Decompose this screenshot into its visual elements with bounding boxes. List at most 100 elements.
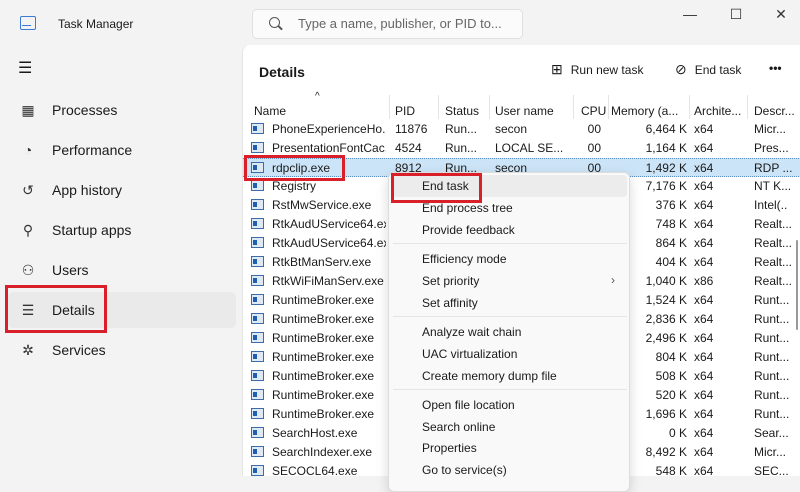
process-icon xyxy=(251,370,264,381)
minimize-button[interactable]: — xyxy=(675,6,705,26)
startup-icon: ⚲ xyxy=(22,221,34,238)
search-icon xyxy=(269,17,280,28)
menu-item-label: Create memory dump file xyxy=(422,369,557,383)
column-header[interactable]: Status xyxy=(445,104,479,118)
cell-4: 00 xyxy=(587,141,601,155)
table-row[interactable]: PresentationFontCac... 4524 Run... LOCAL SE… xyxy=(243,139,800,158)
cell-1: 11876 xyxy=(395,122,428,136)
end-task-label: End task xyxy=(694,62,742,77)
chevron-right-icon: › xyxy=(611,273,615,287)
menu-item-properties[interactable]: Properties xyxy=(393,437,627,459)
menu-item-open-file-location[interactable]: Open file location xyxy=(393,394,627,416)
process-icon xyxy=(251,446,264,457)
column-divider[interactable] xyxy=(689,95,690,119)
more-options-button[interactable]: ••• xyxy=(769,61,782,75)
history-icon: ↺ xyxy=(22,181,34,198)
column-divider[interactable] xyxy=(438,95,439,119)
cell-0: RtkWiFiManServ.exe xyxy=(272,274,384,288)
cell-6: x64 xyxy=(694,179,714,193)
cell-0: RuntimeBroker.exe xyxy=(272,293,375,307)
menu-item-set-affinity[interactable]: Set affinity xyxy=(393,292,627,314)
sidebar-item-startup-apps[interactable]: ⚲ Startup apps xyxy=(8,212,236,248)
sidebar-item-users[interactable]: ⚇ Users xyxy=(8,252,236,288)
menu-separator xyxy=(393,389,627,390)
menu-item-end-task[interactable]: End task xyxy=(393,175,627,197)
process-icon xyxy=(251,294,264,305)
run-new-task-button[interactable]: ⊞ Run new task xyxy=(551,61,643,78)
column-header[interactable]: Name xyxy=(254,104,286,118)
run-new-task-label: Run new task xyxy=(570,62,644,77)
column-divider[interactable] xyxy=(608,95,609,119)
column-divider[interactable] xyxy=(389,95,390,119)
column-header[interactable]: PID xyxy=(395,104,415,118)
users-icon: ⚇ xyxy=(21,261,35,278)
process-icon xyxy=(251,180,264,191)
end-task-button[interactable]: ⊘ End task xyxy=(675,61,741,78)
cell-7: Pres... xyxy=(754,141,789,155)
column-header[interactable]: Archite... xyxy=(694,104,741,118)
column-divider[interactable] xyxy=(489,95,490,119)
table-row[interactable]: PhoneExperienceHo... 11876 Run... secon 00 6,… xyxy=(243,120,800,139)
cell-6: x64 xyxy=(694,198,714,212)
menu-item-efficiency-mode[interactable]: Efficiency mode xyxy=(393,248,627,270)
context-menu: End task End process tree Provide feedback… xyxy=(388,172,630,492)
cell-7: Runt... xyxy=(754,293,790,307)
cell-6: x64 xyxy=(694,236,714,250)
process-icon xyxy=(251,218,264,229)
column-divider[interactable] xyxy=(573,95,574,119)
cell-7: Realt... xyxy=(754,255,793,269)
column-divider[interactable] xyxy=(747,95,748,119)
sidebar-item-services[interactable]: ✲ Services xyxy=(8,332,236,368)
process-icon xyxy=(251,408,264,419)
app-title: Task Manager xyxy=(58,17,134,31)
cell-4: 00 xyxy=(587,122,601,136)
menu-item-label: Set affinity xyxy=(422,296,478,310)
menu-item-label: Open file location xyxy=(422,398,515,412)
cell-7: NT K... xyxy=(754,179,792,193)
sidebar-item-label: Processes xyxy=(52,102,118,118)
cell-6: x64 xyxy=(694,350,714,364)
close-button[interactable]: ✕ xyxy=(766,6,796,26)
cell-0: RstMwService.exe xyxy=(272,198,372,212)
cell-0: PhoneExperienceHo... xyxy=(272,122,386,136)
run-task-icon: ⊞ xyxy=(551,61,563,77)
menu-item-analyze-wait-chain[interactable]: Analyze wait chain xyxy=(393,321,627,343)
column-header[interactable]: Descr... xyxy=(754,104,795,118)
menu-item-search-online[interactable]: Search online xyxy=(393,416,627,438)
menu-item-end-process-tree[interactable]: End process tree xyxy=(393,197,627,219)
search-input[interactable]: Type a name, publisher, or PID to... xyxy=(252,9,523,39)
column-header[interactable]: User name xyxy=(495,104,554,118)
sidebar-item-details[interactable]: ☰ Details xyxy=(8,292,236,328)
sidebar-item-processes[interactable]: ▦ Processes xyxy=(8,92,236,128)
process-icon xyxy=(251,199,264,210)
maximize-button[interactable]: ☐ xyxy=(721,6,751,26)
sidebar-item-label: Startup apps xyxy=(52,222,132,238)
scrollbar[interactable] xyxy=(796,240,798,330)
cell-7: Runt... xyxy=(754,369,790,383)
column-header[interactable]: Memory (a... xyxy=(611,104,678,118)
cell-7: Realt... xyxy=(754,217,793,231)
menu-item-label: Search online xyxy=(422,420,496,434)
menu-item-set-priority[interactable]: Set priority › xyxy=(393,270,627,292)
sidebar-item-app-history[interactable]: ↺ App history xyxy=(8,172,236,208)
title-bar: Task Manager Type a name, publisher, or … xyxy=(0,0,800,45)
cell-0: RtkAudUService64.exe xyxy=(272,217,386,231)
menu-item-uac-virtualization[interactable]: UAC virtualization xyxy=(393,343,627,365)
menu-item-go-to-service-s-[interactable]: Go to service(s) xyxy=(393,459,627,481)
sidebar-item-performance[interactable]: ◔ Performance xyxy=(8,132,236,168)
menu-item-create-memory-dump-file[interactable]: Create memory dump file xyxy=(393,365,627,387)
sidebar-item-label: Details xyxy=(52,302,95,318)
cell-2: Run... xyxy=(445,141,478,155)
menu-item-label: Analyze wait chain xyxy=(422,325,522,339)
cell-7: Sear... xyxy=(754,426,789,440)
hamburger-menu-icon[interactable]: ☰ xyxy=(18,61,34,77)
cell-0: RuntimeBroker.exe xyxy=(272,369,375,383)
cell-3: secon xyxy=(495,122,528,136)
column-header[interactable]: CPU xyxy=(581,104,606,118)
process-icon xyxy=(251,256,264,267)
process-icon xyxy=(251,275,264,286)
menu-item-provide-feedback[interactable]: Provide feedback xyxy=(393,219,627,241)
cell-6: x64 xyxy=(694,122,714,136)
cell-0: PresentationFontCac... xyxy=(272,141,386,155)
process-icon xyxy=(251,142,264,153)
